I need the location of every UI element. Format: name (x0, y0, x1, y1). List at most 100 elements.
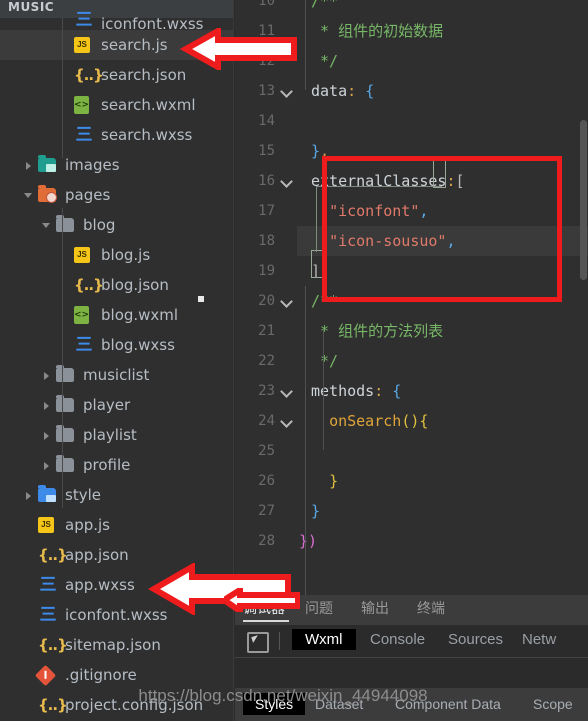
twisty-collapsed-icon[interactable] (24, 160, 34, 170)
line-number: 27 (258, 503, 275, 519)
wxss-icon: 三 (75, 335, 93, 355)
file-tree-item[interactable]: playlist (0, 420, 234, 450)
cursor-dot (198, 296, 204, 302)
arrow-pointing-to-search-js (180, 28, 298, 70)
js-icon: JS (74, 35, 94, 55)
line-number: 23 (258, 383, 275, 399)
file-tree-item-label: app.wxss (65, 576, 135, 594)
file-tree-item[interactable]: JS blog.js (0, 240, 234, 270)
devtools-tab-bar[interactable]: Wxml Console Sources Netw (235, 625, 588, 657)
folder-plain-icon (56, 215, 76, 235)
file-tree-item[interactable]: musiclist (0, 360, 234, 390)
json-icon: {..} (74, 66, 104, 84)
code-indent-guide (305, 0, 306, 90)
file-tree-item-label: .gitignore (65, 666, 137, 684)
line-number: 26 (258, 473, 275, 489)
file-tree-item[interactable]: 三 search.wxss (0, 120, 234, 150)
twisty-placeholder (24, 700, 34, 710)
twisty-expanded-icon[interactable] (24, 190, 34, 200)
folder-plain-icon (56, 425, 76, 445)
json-icon: {..} (38, 636, 68, 654)
app-window: MUSIC 三 iconfont.wxss JS search.js {..} searc… (0, 0, 588, 721)
line-number: 21 (258, 323, 275, 339)
file-tree-item[interactable]: style (0, 480, 234, 510)
chevron-down-icon[interactable] (281, 385, 295, 399)
twisty-collapsed-icon[interactable] (42, 370, 52, 380)
file-tree-item[interactable]: player (0, 390, 234, 420)
code-line: */ (297, 346, 338, 376)
file-tree-item-label: pages (65, 186, 111, 204)
file-tree-item[interactable]: 三 blog.wxss (0, 330, 234, 360)
styles-subtab-3[interactable]: Scope (533, 696, 573, 712)
file-tree-item-label: playlist (83, 426, 137, 444)
twisty-collapsed-icon[interactable] (42, 430, 52, 440)
twisty-placeholder (24, 640, 34, 650)
code-token: }) (299, 532, 318, 550)
chevron-down-icon[interactable] (281, 415, 295, 429)
file-tree-item[interactable]: {..} sitemap.json (0, 630, 234, 660)
code-line: data: { (297, 76, 374, 106)
file-tree-item[interactable]: <> search.wxml (0, 90, 234, 120)
file-tree-item-label: search.json (101, 66, 187, 84)
file-tree-item-label: search.wxml (101, 96, 196, 114)
panel-tab-3[interactable]: 终端 (417, 598, 445, 618)
code-token: : (347, 82, 357, 100)
code-token: */ (311, 352, 339, 370)
file-tree-item[interactable]: <> blog.wxml (0, 300, 234, 330)
code-token: onSearch (329, 412, 402, 430)
editor-scrollbar-thumb[interactable] (580, 120, 587, 280)
line-number: 19 (258, 263, 275, 279)
file-tree-item[interactable]: pages (0, 180, 234, 210)
inspect-element-icon[interactable] (247, 632, 269, 653)
js-icon: JS (38, 515, 58, 535)
code-indent-guide (305, 545, 306, 595)
indent-guide (62, 208, 63, 508)
line-number: 24 (258, 413, 275, 429)
file-tree-item[interactable]: blog (0, 210, 234, 240)
line-number: 10 (258, 0, 275, 9)
folder-plain-icon (56, 365, 76, 385)
code-token: (){ (401, 412, 429, 430)
file-tree-item[interactable]: JS app.js (0, 510, 234, 540)
twisty-collapsed-icon[interactable] (42, 460, 52, 470)
wxss-icon: 三 (39, 575, 57, 595)
line-number: 25 (258, 443, 275, 459)
editor-scrollbar[interactable] (578, 0, 588, 595)
code-token: : (374, 382, 384, 400)
file-tree-item[interactable]: profile (0, 450, 234, 480)
twisty-collapsed-icon[interactable] (24, 490, 34, 500)
chevron-down-icon[interactable] (281, 175, 295, 189)
devtools-tab-wxml[interactable]: Wxml (292, 629, 356, 650)
chevron-down-icon[interactable] (281, 85, 295, 99)
twisty-collapsed-icon[interactable] (42, 400, 52, 410)
file-tree-item-label: images (65, 156, 120, 174)
line-number: 22 (258, 353, 275, 369)
file-tree-item[interactable]: images (0, 150, 234, 180)
wxml-icon: <> (74, 95, 94, 115)
devtools-tab-sources[interactable]: Sources (448, 631, 503, 648)
file-tree-item-label: blog.wxss (101, 336, 175, 354)
line-number: 14 (258, 113, 275, 129)
bracket-scope-guide (316, 186, 317, 252)
code-token: methods (311, 382, 375, 400)
file-tree[interactable]: 三 iconfont.wxss JS search.js {..} search.json… (0, 10, 234, 721)
twisty-expanded-icon[interactable] (42, 220, 52, 230)
panel-tab-1[interactable]: 问题 (305, 598, 333, 618)
file-tree-item-label: search.wxss (101, 126, 193, 144)
panel-tab-2[interactable]: 输出 (361, 598, 389, 618)
chevron-down-icon[interactable] (281, 295, 295, 309)
code-token: data (311, 82, 348, 100)
file-tree-item-label: sitemap.json (65, 636, 161, 654)
code-line: * 组件的初始数据 (297, 16, 443, 46)
code-line: } (297, 466, 338, 496)
file-tree-item-label: musiclist (83, 366, 150, 384)
devtools-tab-console[interactable]: Console (370, 631, 425, 648)
editor-gutter[interactable]: 10111213141516171819202122232425262728 (235, 0, 297, 595)
folder-orange-icon (38, 185, 58, 205)
folder-plain-icon (56, 455, 76, 475)
git-icon (34, 664, 58, 687)
code-token: } (311, 502, 321, 520)
devtools-tab-netw[interactable]: Netw (522, 631, 556, 648)
